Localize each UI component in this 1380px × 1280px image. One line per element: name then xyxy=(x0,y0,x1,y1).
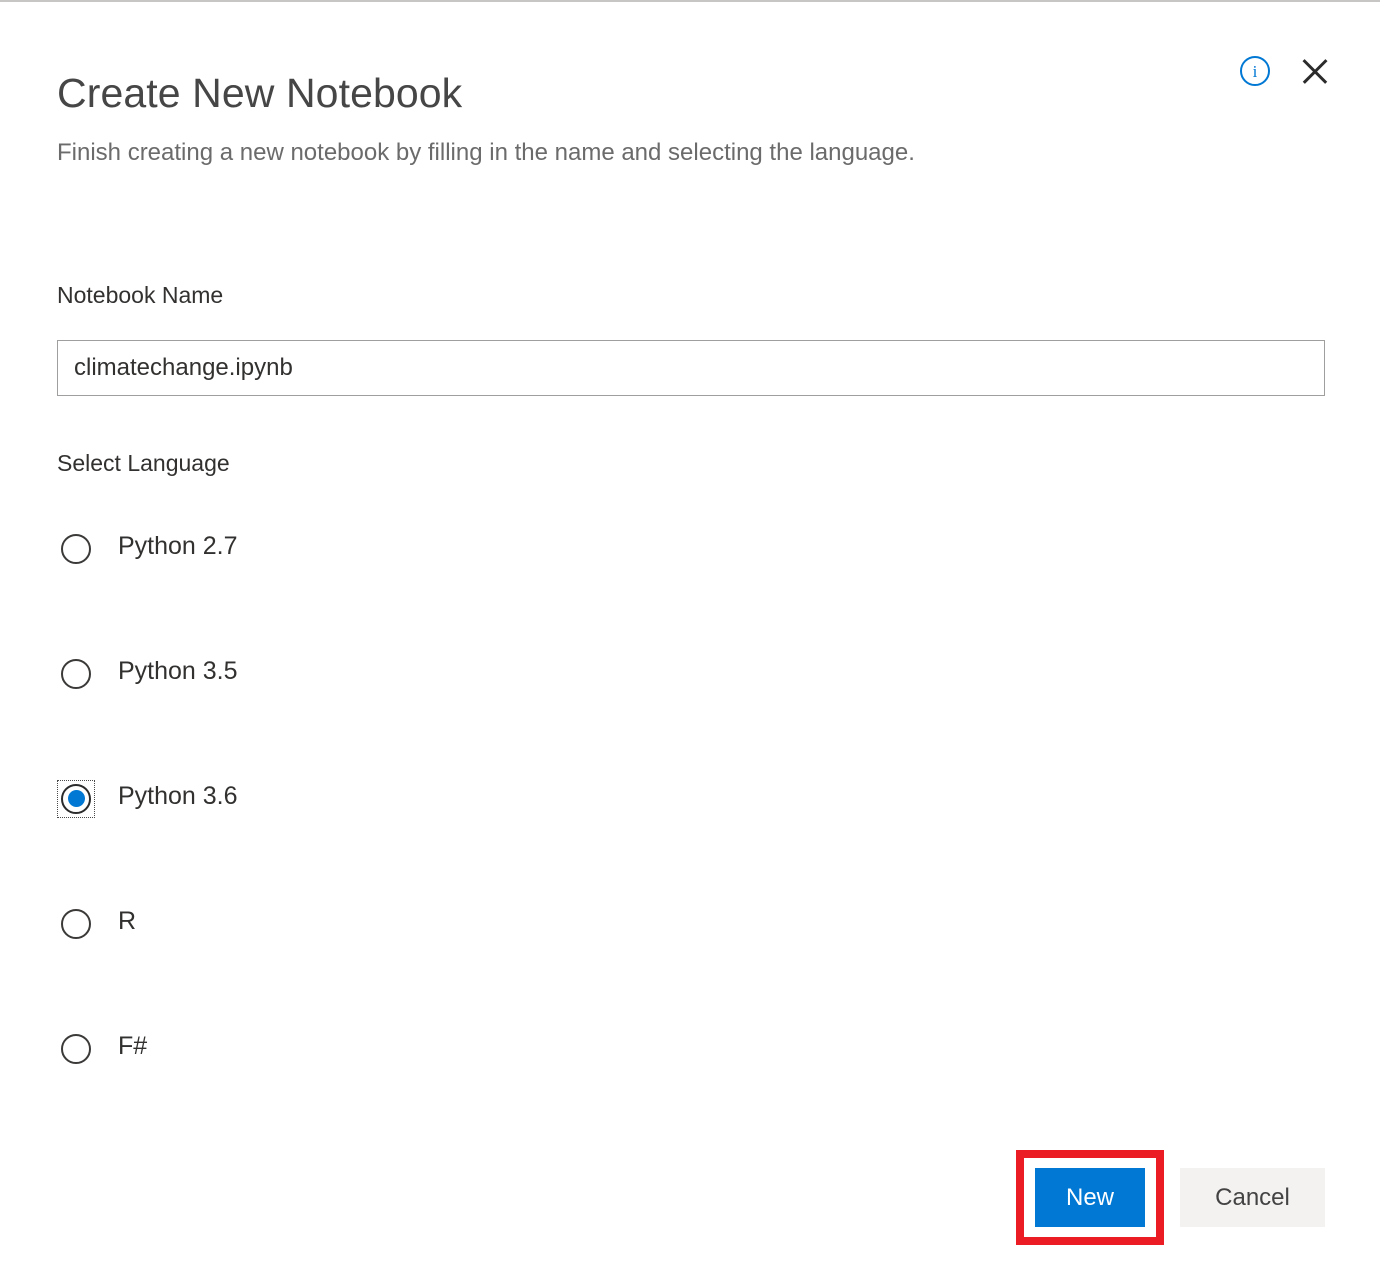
info-circle-icon[interactable]: i xyxy=(1240,56,1270,86)
notebook-name-label: Notebook Name xyxy=(57,282,224,308)
close-icon[interactable] xyxy=(1298,54,1332,88)
new-button[interactable]: New xyxy=(1035,1168,1145,1227)
language-radio-group: Python 2.7 Python 3.5 Python 3.6 R F# xyxy=(57,530,657,1155)
radio-option-python-27[interactable]: Python 2.7 xyxy=(57,530,657,655)
radio-icon xyxy=(57,1030,95,1068)
radio-option-label: Python 2.7 xyxy=(118,532,238,560)
create-new-notebook-dialog: i Create New Notebook Finish creating a … xyxy=(0,0,1380,1280)
radio-icon-selected xyxy=(57,780,95,818)
select-language-label: Select Language xyxy=(57,450,230,476)
cancel-button[interactable]: Cancel xyxy=(1180,1168,1325,1227)
dialog-header-actions: i xyxy=(1240,54,1332,88)
radio-icon xyxy=(57,905,95,943)
radio-option-label: F# xyxy=(118,1032,148,1060)
notebook-name-input[interactable] xyxy=(57,340,1325,396)
radio-option-r[interactable]: R xyxy=(57,905,657,1030)
page-title: Create New Notebook xyxy=(57,70,463,116)
radio-option-label: R xyxy=(118,907,137,935)
radio-option-fsharp[interactable]: F# xyxy=(57,1030,657,1155)
radio-option-python-36[interactable]: Python 3.6 xyxy=(57,780,657,905)
radio-icon xyxy=(57,530,95,568)
radio-option-label: Python 3.5 xyxy=(118,657,238,685)
radio-option-python-35[interactable]: Python 3.5 xyxy=(57,655,657,780)
page-subtitle: Finish creating a new notebook by fillin… xyxy=(57,139,915,166)
radio-option-label: Python 3.6 xyxy=(118,782,238,810)
radio-icon xyxy=(57,655,95,693)
